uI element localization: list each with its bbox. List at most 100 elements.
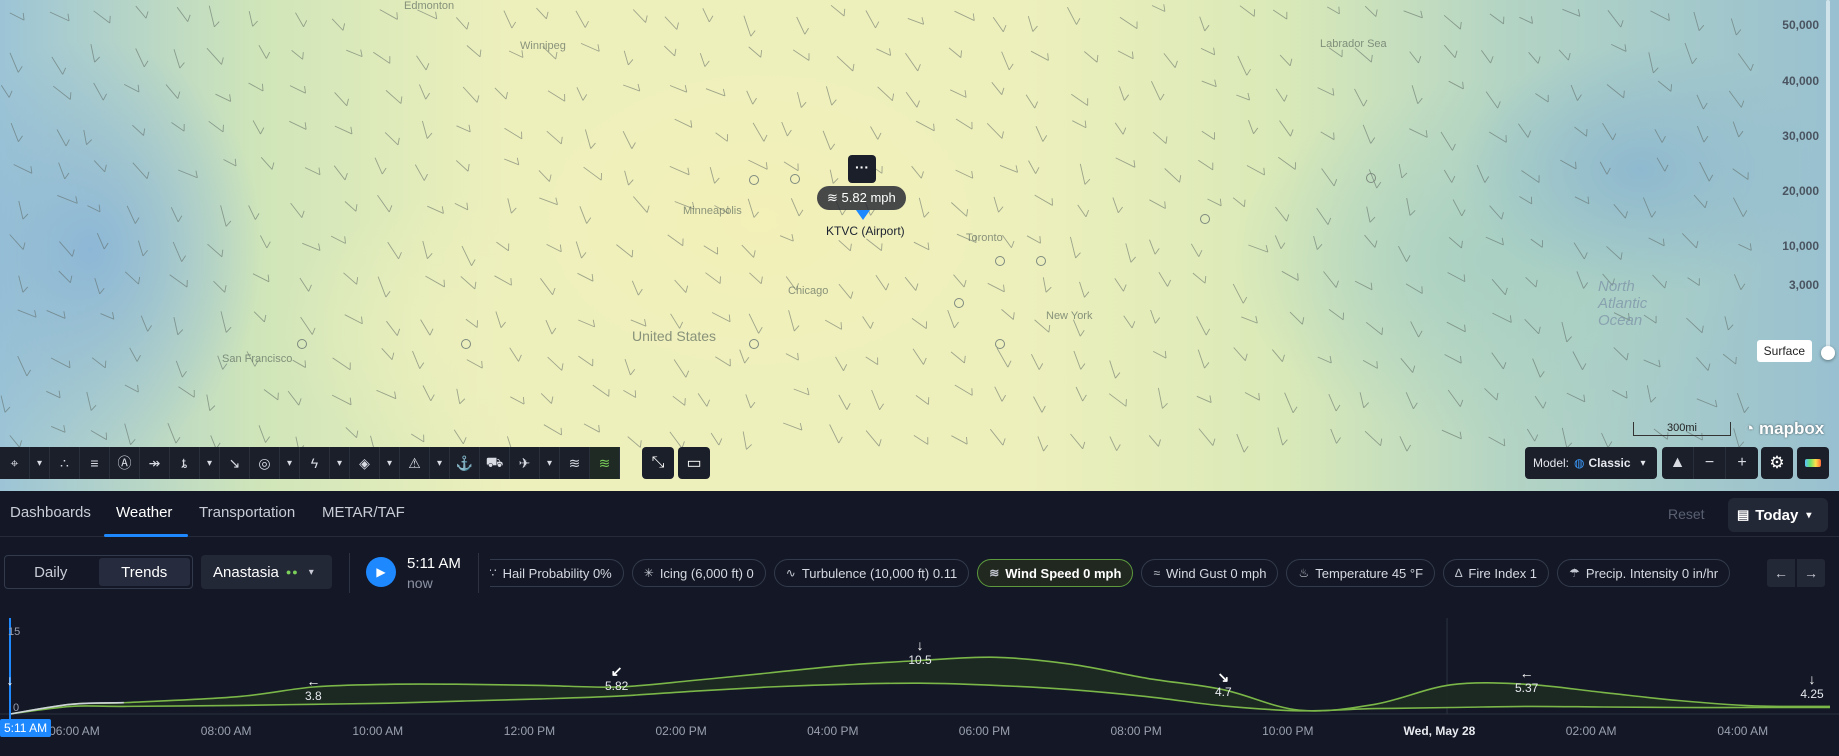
chevron-down-icon[interactable]: ▾ xyxy=(330,447,350,479)
wind-barb xyxy=(792,49,810,61)
reset-button[interactable]: Reset xyxy=(1668,506,1705,522)
lightning-icon[interactable]: ϟ xyxy=(300,447,330,479)
wind-barb xyxy=(1232,283,1248,304)
wind-speed-icon[interactable]: ≋ xyxy=(590,447,620,479)
metric-chip-label: Temperature 45 °F xyxy=(1315,565,1424,581)
chips-prev-button[interactable]: ← xyxy=(1767,559,1795,587)
wind-barb xyxy=(206,47,224,65)
hurricane-icon[interactable]: ȶ xyxy=(170,447,200,479)
wind-barb xyxy=(1518,123,1532,138)
weather-map[interactable]: Edmonton Winnipeg Minneapolis Toronto Ch… xyxy=(0,0,1839,491)
model-select[interactable]: Model: ◍ Classic ▾ xyxy=(1525,447,1657,479)
wind-barb xyxy=(1443,14,1462,30)
play-button[interactable]: ▶ xyxy=(366,557,396,587)
zoom-out-button[interactable]: − xyxy=(1694,447,1726,479)
warning-icon[interactable]: ⚠ xyxy=(400,447,430,479)
station-dot[interactable] xyxy=(995,339,1005,349)
date-range-button[interactable]: ▤ Today ▾ xyxy=(1728,498,1828,532)
wind-barb xyxy=(1409,128,1428,138)
marker-more-button[interactable]: ··· xyxy=(848,155,876,183)
marker-value-tooltip[interactable]: ≋ 5.82 mph xyxy=(817,186,906,210)
station-dot[interactable] xyxy=(1036,256,1046,266)
location-pin-icon[interactable]: ⌖ xyxy=(0,447,30,479)
daily-view-button[interactable]: Daily xyxy=(5,556,97,588)
station-dot[interactable] xyxy=(790,174,800,184)
tab-metar-taf[interactable]: METAR/TAF xyxy=(322,504,405,521)
station-dot[interactable] xyxy=(461,339,471,349)
metric-chip[interactable]: ≈ Wind Gust 0 mph xyxy=(1141,559,1279,587)
wind-barb xyxy=(999,164,1019,173)
metric-chip[interactable]: ∵ Hail Probability 0% xyxy=(490,559,624,587)
wind-gust-icon[interactable]: ≋ xyxy=(560,447,590,479)
chevron-down-icon[interactable]: ▾ xyxy=(30,447,50,479)
metric-chip[interactable]: ☂ Precip. Intensity 0 in/hr xyxy=(1557,559,1731,587)
wind-barb xyxy=(1277,427,1288,446)
wind-barb xyxy=(624,170,634,186)
radar-icon[interactable]: ◎ xyxy=(250,447,280,479)
wind-barb xyxy=(838,394,851,410)
chevron-down-icon[interactable]: ▾ xyxy=(430,447,450,479)
wind-barb xyxy=(865,10,880,29)
wind-barb xyxy=(1237,55,1251,76)
location-select[interactable]: Anastasia ●● ▾ xyxy=(201,555,332,589)
station-dot[interactable] xyxy=(1366,173,1376,183)
station-dot[interactable] xyxy=(1200,214,1210,224)
wind-barb xyxy=(1025,94,1039,109)
wind-barb xyxy=(172,241,186,262)
wind-barb xyxy=(96,233,109,250)
chips-next-button[interactable]: → xyxy=(1797,559,1825,587)
layers-icon[interactable]: ◈ xyxy=(350,447,380,479)
trends-view-button[interactable]: Trends xyxy=(98,558,190,586)
wind-barb xyxy=(1532,358,1545,378)
wind-barb xyxy=(94,277,105,295)
metric-chip[interactable]: ✳ Icing (6,000 ft) 0 xyxy=(631,559,766,587)
station-dot[interactable] xyxy=(749,175,759,185)
zoom-in-button[interactable]: + xyxy=(1726,447,1758,479)
wind-barb xyxy=(669,165,690,176)
wind-barb xyxy=(1650,10,1670,21)
droplets-icon[interactable]: ∴ xyxy=(50,447,80,479)
chevron-down-icon[interactable]: ▾ xyxy=(280,447,300,479)
tab-transportation[interactable]: Transportation xyxy=(199,504,295,521)
route-tool-button[interactable]: ⤡ xyxy=(642,447,674,479)
station-dot[interactable] xyxy=(954,298,964,308)
truck-icon[interactable]: ⛟ xyxy=(480,447,510,479)
tab-weather[interactable]: Weather xyxy=(116,504,172,521)
location-pin-icon[interactable] xyxy=(856,210,870,220)
hazard-circle-icon[interactable]: Ⓐ xyxy=(110,447,140,479)
wind-barb xyxy=(905,91,920,108)
legend-button[interactable] xyxy=(1797,447,1829,479)
station-dot[interactable] xyxy=(297,339,307,349)
ruler-button[interactable]: ▭ xyxy=(678,447,710,479)
wind-barb xyxy=(1313,235,1323,250)
airplane-icon[interactable]: ✈ xyxy=(510,447,540,479)
wind-barb xyxy=(1606,246,1623,260)
wind-barb xyxy=(385,90,403,104)
chevron-down-icon[interactable]: ▾ xyxy=(380,447,400,479)
tab-dashboards[interactable]: Dashboards xyxy=(10,504,91,521)
route-weather-icon[interactable]: ⚓ xyxy=(450,447,480,479)
wind-barb xyxy=(1117,50,1134,60)
chevron-down-icon[interactable]: ▾ xyxy=(200,447,220,479)
wind-speed-trend-chart[interactable]: 15 0 06:00 AM 08:00 AM 10:00 AM 12:00 PM 02:… xyxy=(0,618,1839,756)
altitude-slider-track[interactable] xyxy=(1826,0,1830,358)
station-dot[interactable] xyxy=(749,339,759,349)
wind-barb xyxy=(1656,157,1669,172)
storm-path-icon[interactable]: ↘ xyxy=(220,447,250,479)
altitude-slider-handle[interactable] xyxy=(1821,346,1835,360)
wind-barb xyxy=(1606,84,1625,99)
chevron-down-icon[interactable]: ▾ xyxy=(540,447,560,479)
wind-barb xyxy=(1560,159,1577,170)
metric-chip[interactable]: ≋ Wind Speed 0 mph xyxy=(977,559,1134,587)
wind-direction-icon[interactable]: ↠ xyxy=(140,447,170,479)
metric-chip[interactable]: ♨ Temperature 45 °F xyxy=(1286,559,1436,587)
sliders-icon[interactable]: ≡ xyxy=(80,447,110,479)
station-dot[interactable] xyxy=(995,256,1005,266)
wind-barb xyxy=(747,198,759,218)
metric-chip[interactable]: ∿ Turbulence (10,000 ft) 0.11 xyxy=(773,559,970,587)
compass-icon[interactable]: ▲ xyxy=(1662,447,1694,479)
wind-barb xyxy=(1684,42,1698,65)
metric-chip[interactable]: ∆ Fire Index 1 xyxy=(1443,559,1550,587)
settings-button[interactable]: ⚙ xyxy=(1761,447,1793,479)
now-time-label: 5:11 AM xyxy=(0,719,52,737)
